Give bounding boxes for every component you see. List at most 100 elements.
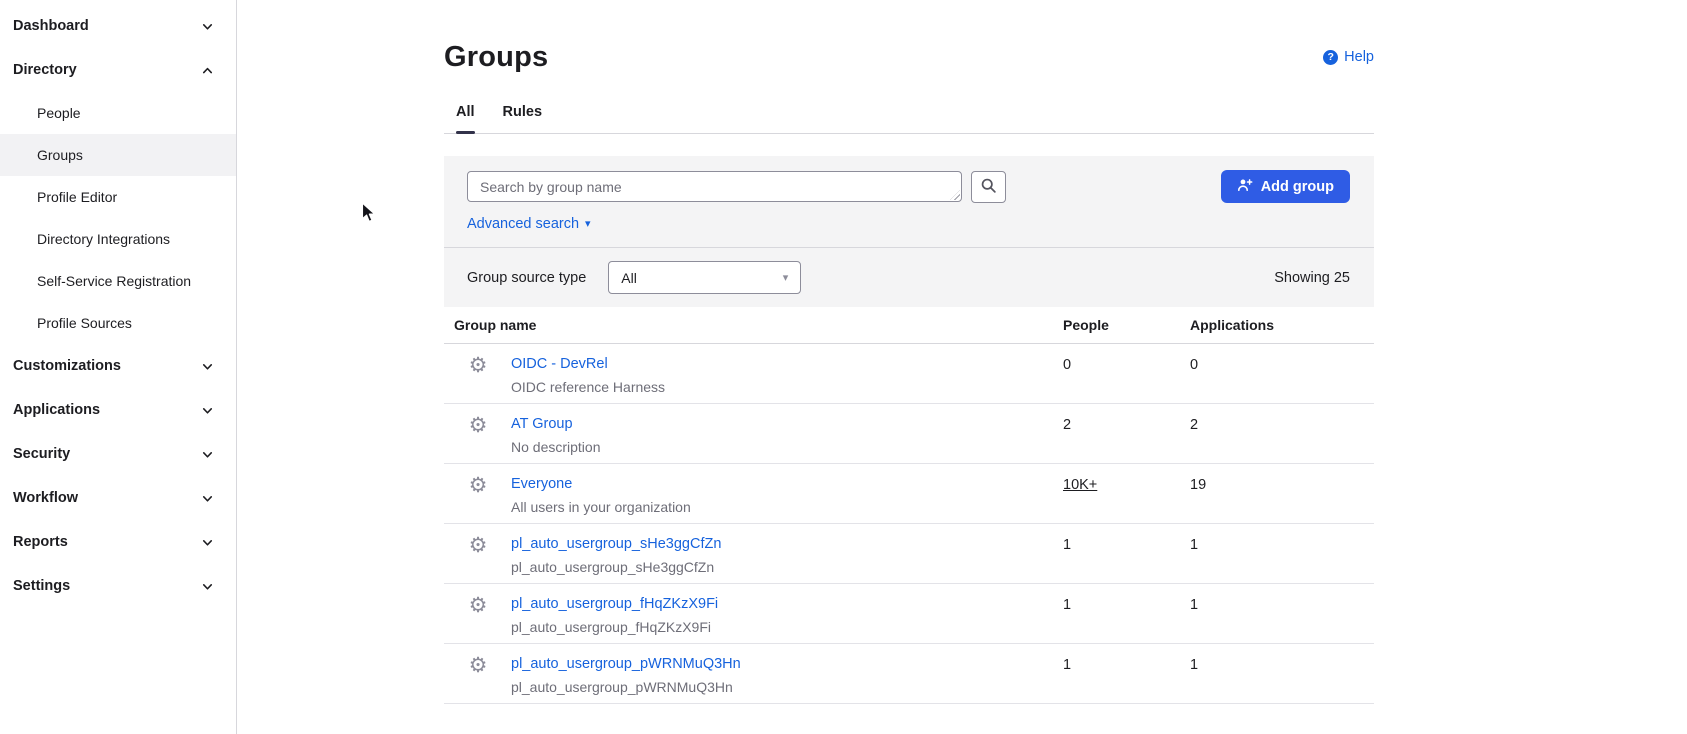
table-row: ⚙ pl_auto_usergroup_pWRNMuQ3Hn pl_auto_u… — [444, 644, 1374, 704]
sidebar-item-workflow[interactable]: Workflow — [0, 476, 236, 520]
group-description: pl_auto_usergroup_pWRNMuQ3Hn — [511, 677, 741, 697]
sidebar-item-people[interactable]: People — [0, 92, 236, 134]
people-count-link[interactable]: 10K+ — [1063, 477, 1097, 493]
help-link-label: Help — [1344, 49, 1374, 65]
add-group-button[interactable]: Add group — [1221, 170, 1350, 203]
group-name-link[interactable]: pl_auto_usergroup_pWRNMuQ3Hn — [511, 656, 741, 672]
tab-all[interactable]: All — [456, 104, 475, 133]
sidebar-item-label: Profile Sources — [37, 315, 132, 331]
column-header-group-name: Group name — [444, 317, 1063, 333]
chevron-down-icon — [200, 359, 215, 374]
add-group-icon — [1237, 177, 1253, 197]
table-row: ⚙ OIDC - DevRel OIDC reference Harness 0… — [444, 344, 1374, 404]
help-link[interactable]: ? Help — [1323, 49, 1374, 65]
sidebar: Dashboard Directory People Groups Profil… — [0, 0, 237, 734]
sidebar-item-customizations[interactable]: Customizations — [0, 344, 236, 388]
people-count: 0 — [1063, 353, 1190, 376]
sidebar-item-dashboard[interactable]: Dashboard — [0, 4, 236, 48]
group-avatar-icon: ⚙ — [468, 653, 488, 697]
group-avatar-icon: ⚙ — [468, 473, 488, 517]
group-avatar-icon: ⚙ — [468, 413, 488, 457]
column-header-people: People — [1063, 317, 1190, 333]
group-source-type-label: Group source type — [467, 270, 586, 286]
group-name-link[interactable]: Everyone — [511, 476, 572, 492]
sidebar-item-groups[interactable]: Groups — [0, 134, 236, 176]
add-group-button-label: Add group — [1261, 179, 1334, 195]
search-toolbar: Add group Advanced search ▾ — [444, 156, 1374, 247]
sidebar-item-label: Directory Integrations — [37, 231, 170, 247]
tab-rules[interactable]: Rules — [503, 104, 543, 133]
people-count: 1 — [1063, 653, 1190, 676]
people-count: 2 — [1063, 413, 1190, 436]
sidebar-item-label: Applications — [13, 402, 100, 418]
sidebar-item-profile-editor[interactable]: Profile Editor — [0, 176, 236, 218]
app-root: Dashboard Directory People Groups Profil… — [0, 0, 1687, 734]
sidebar-directory-submenu: People Groups Profile Editor Directory I… — [0, 92, 236, 344]
group-name-link[interactable]: pl_auto_usergroup_fHqZKzX9Fi — [511, 596, 718, 612]
table-header: Group name People Applications — [444, 307, 1374, 344]
group-description: OIDC reference Harness — [511, 377, 665, 397]
help-icon: ? — [1323, 50, 1338, 65]
sidebar-item-profile-sources[interactable]: Profile Sources — [0, 302, 236, 344]
advanced-search-link[interactable]: Advanced search ▾ — [467, 216, 591, 232]
main-content: Groups ? Help All Rules — [237, 0, 1687, 734]
page-header: Groups ? Help — [444, 0, 1374, 74]
group-name-link[interactable]: pl_auto_usergroup_sHe3ggCfZn — [511, 536, 721, 552]
caret-down-icon: ▾ — [783, 271, 789, 284]
sidebar-item-security[interactable]: Security — [0, 432, 236, 476]
showing-count: Showing 25 — [1274, 270, 1350, 286]
sidebar-item-label: Dashboard — [13, 18, 89, 34]
search-input-wrap — [467, 171, 962, 202]
tab-bar: All Rules — [444, 104, 1374, 134]
sidebar-item-applications[interactable]: Applications — [0, 388, 236, 432]
search-input[interactable] — [467, 171, 962, 202]
group-avatar-icon: ⚙ — [468, 353, 488, 397]
chevron-down-icon — [200, 403, 215, 418]
sidebar-item-label: Directory — [13, 62, 77, 78]
sidebar-item-label: Self-Service Registration — [37, 273, 191, 289]
table-row: ⚙ AT Group No description 2 2 — [444, 404, 1374, 464]
page-title: Groups — [444, 41, 548, 74]
sidebar-item-directory[interactable]: Directory — [0, 48, 236, 92]
applications-count: 1 — [1190, 533, 1374, 556]
advanced-search-label: Advanced search — [467, 216, 579, 232]
caret-down-icon: ▾ — [585, 219, 591, 230]
sidebar-item-settings[interactable]: Settings — [0, 564, 236, 608]
people-count: 1 — [1063, 593, 1190, 616]
applications-count: 1 — [1190, 593, 1374, 616]
applications-count: 1 — [1190, 653, 1374, 676]
sidebar-item-label: Reports — [13, 534, 68, 550]
chevron-down-icon — [200, 447, 215, 462]
group-avatar-icon: ⚙ — [468, 593, 488, 637]
select-value: All — [621, 270, 637, 286]
groups-table: Group name People Applications ⚙ OIDC - … — [444, 307, 1374, 704]
group-source-type-select[interactable]: All ▾ — [608, 261, 801, 294]
group-description: pl_auto_usergroup_sHe3ggCfZn — [511, 557, 721, 577]
sidebar-item-self-service-registration[interactable]: Self-Service Registration — [0, 260, 236, 302]
search-button[interactable] — [971, 171, 1006, 203]
group-description: No description — [511, 437, 601, 457]
sidebar-item-label: Settings — [13, 578, 70, 594]
table-row: ⚙ pl_auto_usergroup_sHe3ggCfZn pl_auto_u… — [444, 524, 1374, 584]
chevron-down-icon — [200, 535, 215, 550]
sidebar-item-label: Customizations — [13, 358, 121, 374]
group-name-link[interactable]: OIDC - DevRel — [511, 356, 608, 372]
people-count: 1 — [1063, 533, 1190, 556]
column-header-applications: Applications — [1190, 317, 1374, 333]
applications-count: 2 — [1190, 413, 1374, 436]
group-name-link[interactable]: AT Group — [511, 416, 573, 432]
sidebar-item-label: Security — [13, 446, 70, 462]
applications-count: 19 — [1190, 473, 1374, 496]
sidebar-item-directory-integrations[interactable]: Directory Integrations — [0, 218, 236, 260]
sidebar-item-label: Workflow — [13, 490, 78, 506]
chevron-up-icon — [200, 63, 215, 78]
chevron-down-icon — [200, 19, 215, 34]
sidebar-item-label: Profile Editor — [37, 189, 117, 205]
sidebar-item-reports[interactable]: Reports — [0, 520, 236, 564]
chevron-down-icon — [200, 491, 215, 506]
group-avatar-icon: ⚙ — [468, 533, 488, 577]
sidebar-item-label: Groups — [37, 147, 83, 163]
group-description: All users in your organization — [511, 497, 691, 517]
table-row: ⚙ pl_auto_usergroup_fHqZKzX9Fi pl_auto_u… — [444, 584, 1374, 644]
applications-count: 0 — [1190, 353, 1374, 376]
